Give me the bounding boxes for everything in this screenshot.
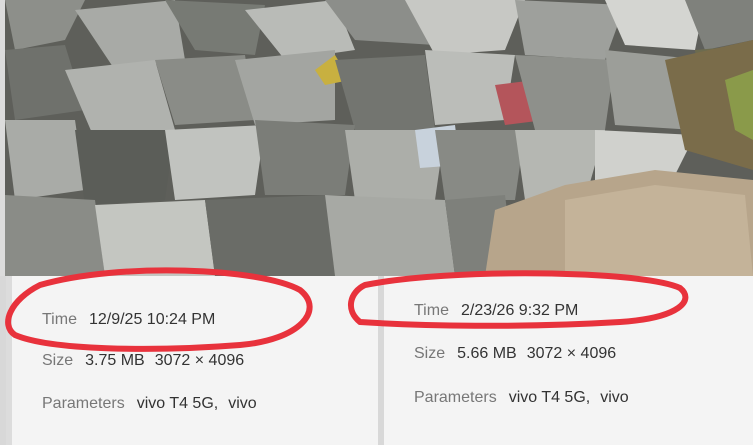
parameters-row: Parameters vivo T4 5G, vivo [414, 389, 629, 407]
time-row: Time 12/9/25 10:24 PM [42, 311, 215, 329]
parameters-label: Parameters [414, 389, 497, 406]
resolution-value: 3072 × 4096 [526, 345, 617, 362]
time-label: Time [42, 311, 77, 328]
brand-value: vivo [600, 389, 629, 406]
size-value: 3.75 MB [85, 352, 145, 369]
garbage-pile-image [5, 0, 753, 276]
photo-details-card-right: Time 2/23/26 9:32 PM Size 5.66 MB 3072 × 40… [384, 276, 753, 445]
time-value: 2/23/26 9:32 PM [460, 302, 579, 319]
device-value: vivo T4 5G, [508, 389, 591, 406]
size-row: Size 5.66 MB 3072 × 4096 [414, 345, 616, 363]
device-value: vivo T4 5G, [136, 395, 219, 412]
parameters-row: Parameters vivo T4 5G, vivo [42, 395, 257, 413]
parameters-label: Parameters [42, 395, 125, 412]
garbage-photo [5, 0, 753, 276]
time-label: Time [414, 302, 449, 319]
time-row: Time 2/23/26 9:32 PM [414, 302, 578, 320]
time-value: 12/9/25 10:24 PM [88, 311, 216, 328]
brand-value: vivo [228, 395, 257, 412]
size-row: Size 3.75 MB 3072 × 4096 [42, 352, 244, 370]
card-divider [0, 276, 6, 445]
resolution-value: 3072 × 4096 [154, 352, 245, 369]
photo-details-card-left: Time 12/9/25 10:24 PM Size 3.75 MB 3072 × 4… [12, 276, 378, 445]
size-value: 5.66 MB [457, 345, 517, 362]
size-label: Size [414, 345, 446, 362]
size-label: Size [42, 352, 74, 369]
